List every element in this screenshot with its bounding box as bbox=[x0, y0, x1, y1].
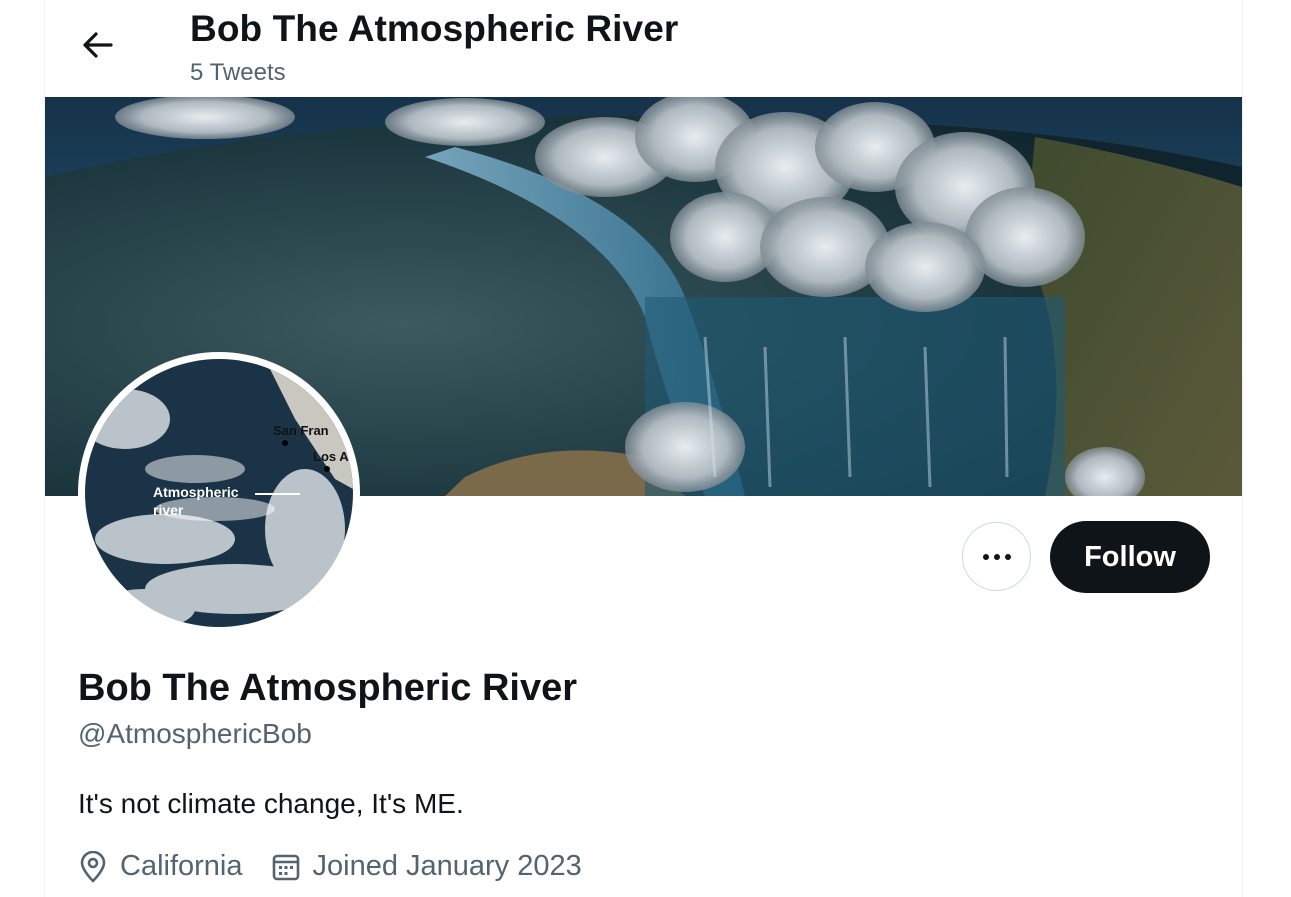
profile-header-bar: Bob The Atmospheric River 5 Tweets bbox=[45, 0, 1242, 97]
location-text: California bbox=[120, 850, 243, 882]
map-label-city2: Los A bbox=[313, 449, 349, 464]
more-horizontal-icon bbox=[982, 553, 1011, 560]
profile-name: Bob The Atmospheric River bbox=[78, 667, 578, 709]
joined-item: Joined January 2023 bbox=[271, 850, 582, 883]
map-label-city1: San Fran bbox=[273, 423, 329, 438]
joined-text: Joined January 2023 bbox=[312, 850, 582, 882]
back-button[interactable] bbox=[67, 18, 127, 72]
profile-meta: California Joined January 2023 bbox=[78, 850, 610, 883]
calendar-icon bbox=[272, 854, 299, 880]
arrow-left-icon bbox=[83, 32, 113, 58]
map-label-feature1: Atmospheric bbox=[153, 484, 239, 500]
avatar[interactable]: San Fran Los A Atmospheric river bbox=[78, 352, 360, 634]
profile-column: Bob The Atmospheric River 5 Tweets San F… bbox=[44, 0, 1243, 897]
location-pin-icon bbox=[80, 850, 106, 882]
tweet-count: 5 Tweets bbox=[190, 59, 286, 86]
map-label-feature2: river bbox=[153, 502, 184, 518]
location-item: California bbox=[78, 850, 243, 883]
more-options-button[interactable] bbox=[962, 522, 1031, 591]
profile-bio: It's not climate change, It's ME. bbox=[78, 788, 464, 819]
profile-handle: @AtmosphericBob bbox=[78, 718, 312, 749]
follow-button[interactable]: Follow bbox=[1050, 521, 1210, 593]
header-title: Bob The Atmospheric River bbox=[190, 8, 679, 49]
